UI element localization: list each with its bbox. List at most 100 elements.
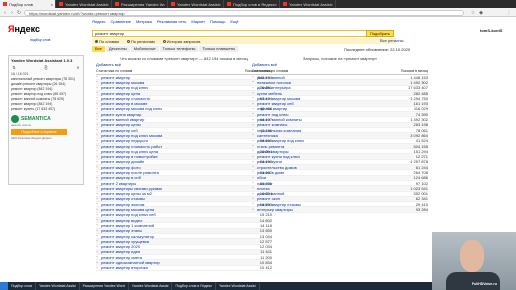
taskbar-item[interactable]: Yandex Wordstat Assist (36, 282, 80, 290)
keyword-link[interactable]: ремонт ванной комнаты (257, 117, 402, 122)
keyword-link[interactable]: ламинат (257, 181, 402, 186)
radio-icon[interactable] (126, 39, 130, 43)
keyword-link[interactable]: ремонт квартир спб (257, 101, 402, 106)
forward-icon[interactable]: › (9, 10, 15, 16)
filter-option[interactable]: История запросов (162, 39, 200, 44)
keyword-link[interactable]: ремонт квартир отзывы (257, 202, 402, 207)
keyword-link[interactable]: ремонт квартир 1 комнатной (101, 223, 246, 228)
topnav-link[interactable]: Помощь (210, 19, 225, 24)
taskbar-item[interactable]: Yandex Wordstat Assist (216, 282, 260, 290)
keyword-link[interactable]: ремонт квартир стоимость (101, 96, 246, 101)
keyword-link[interactable]: ремонт квартир идеи (101, 249, 246, 254)
keyword-link[interactable]: стиль ремонта (257, 144, 402, 149)
keyword-link[interactable]: плитка (257, 186, 402, 191)
keyword-link[interactable]: ремонт квартир в спб (101, 175, 246, 180)
menu-icon[interactable]: ⋮ (506, 10, 512, 16)
logo-subtitle[interactable]: подбор слов (30, 38, 50, 42)
reload-icon[interactable]: ↻ (16, 10, 22, 16)
device-tab[interactable]: Десктопы (105, 46, 130, 52)
keyword-link[interactable]: ремонт квартир 2020 (101, 244, 246, 249)
keyword-link[interactable]: ремонт квартир под ключ москва (101, 133, 246, 138)
keyword-link[interactable]: ремонт квартир после ремонта (101, 170, 246, 175)
keyword-link[interactable]: ремонт кухни (257, 159, 402, 164)
sort-icon[interactable]: ⇅ (11, 65, 17, 70)
star-icon[interactable]: ☆ (470, 10, 476, 16)
keyword-link[interactable]: ремонт квартир под ключ (101, 85, 246, 90)
taskbar-item[interactable]: Yandex Wordstat Assist (129, 282, 173, 290)
keyword-link[interactable]: ремонт квартир фото (101, 165, 246, 170)
browser-tab[interactable]: Yandex Wordstat Assistant× (56, 0, 112, 8)
keyword-link[interactable]: натяжные потолки (257, 80, 402, 85)
user-login[interactable]: tomS-kontS (480, 28, 502, 33)
trash-icon[interactable]: ✕ (75, 65, 81, 70)
keyword-link[interactable]: строительство домов (257, 165, 402, 170)
topnav-link[interactable]: Ещё (230, 19, 238, 24)
semantica-banner[interactable]: SEMANTICA (11, 115, 81, 123)
search-button[interactable]: Подобрать (366, 30, 394, 37)
topnav-link[interactable]: Метрика (136, 19, 152, 24)
topnav-link[interactable]: Сравнение (110, 19, 131, 24)
keyword-link[interactable]: ремонт квартир москва (257, 96, 402, 101)
keyword-link[interactable]: ремонт квартир спб (101, 128, 246, 133)
device-tab[interactable]: Все (92, 46, 105, 52)
keyword-link[interactable]: ремонт квартир (101, 75, 246, 80)
close-icon[interactable]: × (219, 2, 221, 7)
semantica-more-button[interactable]: Подробнее о сервисе (11, 129, 67, 135)
browser-tab[interactable]: Yandex Wordstat Assistant× (280, 0, 336, 8)
keyword-link[interactable]: ремонт квартир под ключ цена (101, 149, 246, 154)
keyword-link[interactable]: ремонт квартир цены за м2 (101, 191, 246, 196)
left-add-all-link[interactable]: Добавить всё (96, 62, 272, 67)
keyword-link[interactable]: интерьер квартиры (257, 207, 402, 212)
copy-icon[interactable]: ⎘ (43, 65, 49, 70)
close-icon[interactable]: × (107, 2, 109, 7)
keyword-link[interactable]: ремонт квартир недорого (101, 138, 246, 143)
search-input[interactable]: ремонт квартир (92, 30, 392, 37)
keyword-link[interactable]: ремонт квартир стоимость работ (101, 144, 246, 149)
keyword-link[interactable]: ремонт квартир в новостройке (101, 154, 246, 159)
keyword-link[interactable]: ремонт квартир вторичка (101, 265, 246, 270)
close-icon[interactable]: × (163, 2, 165, 7)
radio-icon[interactable] (162, 39, 166, 43)
taskbar-item[interactable]: Подбор слов (8, 282, 36, 290)
keyword-link[interactable]: отделка квартир (257, 106, 402, 111)
keyword-link[interactable]: ремонт квартир видео (101, 218, 246, 223)
keyword-link[interactable]: ремонт кухни под ключ (257, 154, 402, 159)
keyword-link[interactable]: ремонт квартир смета (101, 255, 246, 260)
keyword-link[interactable]: сантехника (257, 133, 402, 138)
close-icon[interactable]: × (51, 2, 53, 7)
taskbar-item[interactable]: Подбор слов в Яндекс (172, 282, 216, 290)
keyword-link[interactable]: ремонт квартир москва (101, 80, 246, 85)
keyword-link[interactable]: ремонт в доме (257, 170, 402, 175)
keyword-link[interactable]: ремонт квартир под ключ (257, 138, 402, 143)
filter-option[interactable]: По словам (95, 39, 119, 44)
keyword-link[interactable]: дизайн ванной (257, 191, 402, 196)
keyword-link[interactable]: дизайн квартиры (257, 149, 402, 154)
keyword-link[interactable]: ремонт квартир этапы (101, 228, 246, 233)
device-tab[interactable]: Только телефоны (159, 46, 199, 52)
keyword-link[interactable]: ремонт квартир отзывы (101, 196, 246, 201)
keyword-link[interactable]: ремонт ванной квартир (101, 117, 246, 122)
keyword-link[interactable]: ремонт комнаты (257, 122, 402, 127)
url-field[interactable]: https://wordstat.yandex.ru/#!/?words=рем… (24, 9, 464, 16)
keyword-link[interactable]: обои (257, 175, 402, 180)
browser-tab[interactable]: Расширения Yandex Wordstat× (112, 0, 168, 8)
start-icon[interactable] (0, 282, 8, 290)
keyword-link[interactable]: ремонт кухни квартир (101, 112, 246, 117)
keyword-link[interactable]: ремонт квартир цены (101, 122, 246, 127)
topnav-link[interactable]: Рекламная сеть (157, 19, 187, 24)
filter-option[interactable]: По регионам (126, 39, 155, 44)
extension-icon[interactable]: ◆ (478, 10, 484, 16)
keyword-link[interactable]: ремонт квартир дизайн (101, 159, 246, 164)
keyword-link[interactable]: ремонт квартир москва под ключ (101, 106, 246, 111)
keyword-link[interactable]: дизайн интерьера (257, 85, 402, 90)
keyword-link[interactable]: строительная компания (257, 128, 402, 133)
browser-tab[interactable]: Yandex Wordstat Assistant× (168, 0, 224, 8)
keyword-link[interactable]: ремонт квартир под ключ спб (101, 212, 246, 217)
keyword-link[interactable]: ремонт окон (257, 196, 402, 201)
close-icon[interactable]: × (331, 2, 333, 7)
keyword-link[interactable]: кухни мебель (257, 91, 402, 96)
device-tab[interactable]: Мобильные (130, 46, 159, 52)
radio-icon[interactable] (95, 39, 98, 43)
back-icon[interactable]: ‹ (2, 10, 8, 16)
close-icon[interactable]: × (275, 2, 277, 7)
